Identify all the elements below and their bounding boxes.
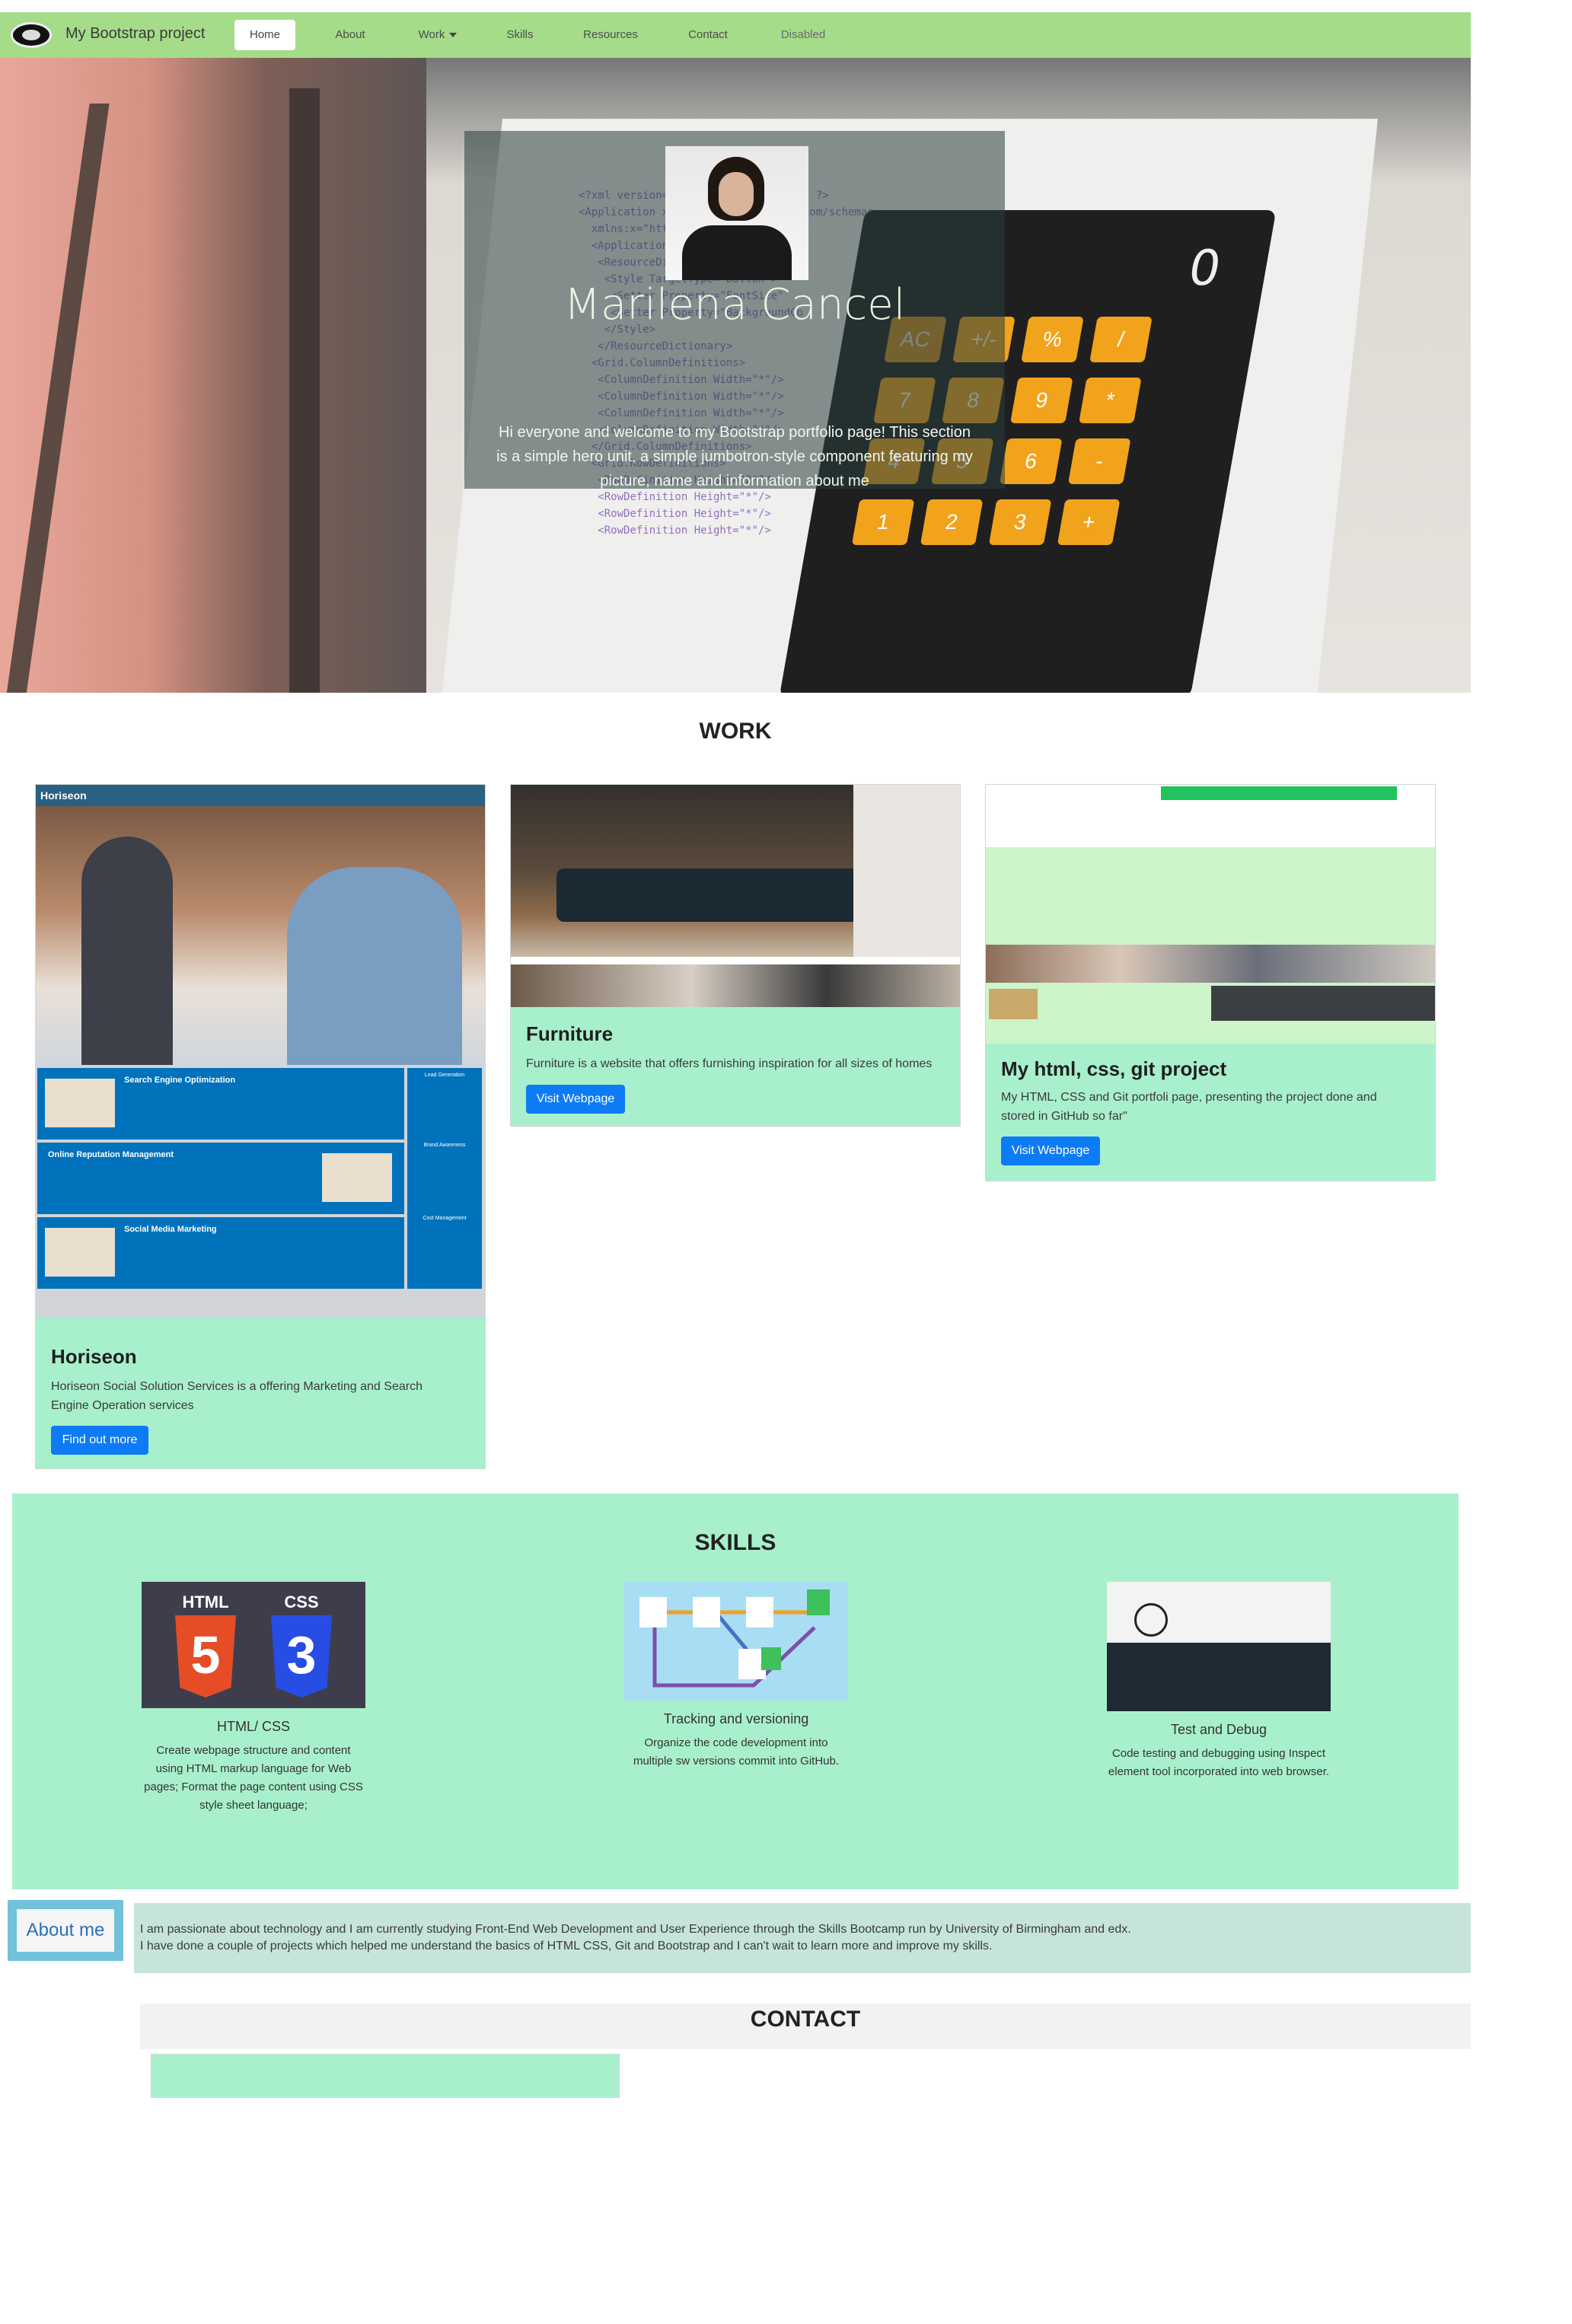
card-title: My html, css, git project: [1001, 1057, 1227, 1080]
horiseon-side-label: Brand Awareness: [423, 1143, 466, 1148]
thumb-photo-strip: [986, 945, 1435, 983]
contact-form-box[interactable]: [151, 2054, 620, 2098]
about-text: I am passionate about technology and I a…: [134, 1903, 1471, 1973]
skills-section: SKILLS HTML CSS 5 3 HTML/ CSS Create web…: [12, 1494, 1459, 1889]
logo-icon[interactable]: [11, 22, 52, 48]
skill-desc: Code testing and debugging using Inspect…: [1108, 1747, 1330, 1778]
horiseon-block-image: [322, 1153, 392, 1202]
nav-item-resources[interactable]: Resources: [572, 20, 649, 50]
avatar: [665, 146, 808, 280]
git-graph-drawing: [639, 1589, 830, 1688]
horiseon-side-label: Lead Generation: [424, 1073, 465, 1078]
thumb-intro: [986, 802, 1435, 847]
skill-name: HTML/ CSS: [216, 1719, 290, 1734]
html-label: HTML: [182, 1592, 229, 1611]
navbar: My Bootstrap project Home About Work Ski…: [0, 12, 1471, 58]
horiseon-thumb-header: Horiseon: [36, 785, 485, 806]
card-text: My HTML, CSS and Git portfoli page, pres…: [1001, 1091, 1377, 1123]
calc-key: %: [1021, 317, 1084, 362]
about-text-line1: I am passionate about technology and I a…: [140, 1923, 1131, 1936]
nav-item-contact[interactable]: Contact: [678, 20, 738, 50]
visit-webpage-button[interactable]: Visit Webpage: [1001, 1136, 1100, 1165]
horiseon-block-title: Social Media Marketing: [124, 1225, 217, 1234]
calc-key: 9: [1010, 378, 1073, 423]
nav-item-work[interactable]: Work: [403, 20, 472, 50]
calc-key: +: [1057, 499, 1121, 545]
calc-key: 1: [851, 499, 915, 545]
calc-key: -: [1067, 438, 1131, 484]
calc-key: 6: [999, 438, 1063, 484]
furniture-screenshot[interactable]: [511, 785, 960, 1007]
devtools-icon: [1107, 1582, 1331, 1711]
horiseon-thumb-sidebar: Lead Generation Brand Awareness Cost Man…: [407, 1068, 482, 1289]
furniture-gallery-strip: [511, 964, 960, 1007]
thumb-nav-bar: [1161, 786, 1397, 800]
contact-title: CONTACT: [140, 2004, 1471, 2049]
hero-decor-tripod: [2, 104, 257, 693]
hero-section: <?xml version="1.0" encoding="utf-8" ?> …: [0, 58, 1471, 693]
avatar-body: [682, 225, 792, 280]
work-card-horiseon: Horiseon Search Engine Optimization Onli…: [35, 784, 486, 1469]
nav-item-work-label: Work: [418, 28, 445, 41]
card-title: Furniture: [526, 1022, 614, 1045]
work-title: WORK: [699, 719, 772, 744]
nav-item-skills[interactable]: Skills: [495, 20, 545, 50]
html-css-icon: HTML CSS 5 3: [142, 1582, 365, 1708]
calc-key: 2: [920, 499, 984, 545]
wall-shape: [853, 785, 960, 957]
chevron-down-icon: [449, 33, 458, 38]
hero-name: Marilena Cancel: [563, 280, 906, 330]
furniture-hero-image: [511, 785, 960, 957]
skills-title: SKILLS: [694, 1530, 776, 1555]
calc-key: *: [1079, 378, 1142, 423]
css3-number: 3: [286, 1625, 317, 1685]
horiseon-block-title: Search Engine Optimization: [124, 1076, 236, 1085]
work-card-git-project: My html, css, git project My HTML, CSS a…: [985, 784, 1436, 1181]
html5-number: 5: [190, 1625, 221, 1685]
thumb-image: [989, 989, 1038, 1019]
skill-name: Test and Debug: [1170, 1722, 1267, 1737]
horiseon-side-label: Cost Management: [422, 1216, 467, 1221]
about-me-button-frame: About me: [8, 1900, 123, 1961]
calc-key: 3: [988, 499, 1052, 545]
devtools-console: [1107, 1643, 1331, 1711]
horiseon-block-image: [45, 1228, 115, 1277]
horiseon-block-social: Social Media Marketing: [37, 1217, 404, 1289]
css-label: CSS: [284, 1592, 319, 1611]
magnifier-icon: [1134, 1603, 1168, 1637]
find-out-more-button[interactable]: Find out more: [51, 1426, 148, 1455]
about-text-line2: I have done a couple of projects which h…: [140, 1940, 993, 1953]
horiseon-screenshot[interactable]: Horiseon Search Engine Optimization Onli…: [36, 785, 485, 1327]
horiseon-block-title: Online Reputation Management: [48, 1150, 174, 1159]
git-project-screenshot[interactable]: [986, 785, 1435, 1044]
nav-item-about[interactable]: About: [320, 20, 381, 50]
skill-desc: Organize the code development into multi…: [633, 1736, 840, 1768]
card-text: Furniture is a website that offers furni…: [526, 1057, 933, 1070]
horiseon-block-seo: Search Engine Optimization: [37, 1068, 404, 1140]
skill-name: Tracking and versioning: [663, 1711, 809, 1726]
horiseon-block-reputation: Online Reputation Management: [37, 1143, 404, 1214]
git-graph-icon: [624, 1582, 848, 1701]
nav-item-home[interactable]: Home: [234, 20, 295, 50]
html5-shield-icon: 5: [175, 1615, 236, 1698]
horiseon-thumb-body: Search Engine Optimization Online Reputa…: [36, 1066, 485, 1318]
calc-key: /: [1089, 317, 1153, 362]
nav-item-disabled: Disabled: [780, 28, 826, 41]
avatar-face: [719, 172, 754, 216]
horiseon-thumb-hero: [36, 806, 485, 1066]
calc-display: 0: [1184, 241, 1226, 297]
horiseon-block-image: [45, 1079, 115, 1127]
css3-shield-icon: 3: [271, 1615, 332, 1698]
skill-desc: Create webpage structure and content usi…: [144, 1744, 363, 1812]
work-card-furniture: Furniture Furniture is a website that of…: [510, 784, 961, 1127]
card-title: Horiseon: [51, 1345, 137, 1368]
thumb-image: [1211, 986, 1435, 1021]
visit-webpage-button[interactable]: Visit Webpage: [526, 1085, 625, 1114]
navbar-brand[interactable]: My Bootstrap project: [65, 25, 205, 43]
hero-intro-text: Hi everyone and welcome to my Bootstrap …: [496, 424, 973, 489]
card-text: Horiseon Social Solution Services is a o…: [51, 1380, 422, 1412]
hero-decor-pole: [289, 88, 320, 693]
about-me-button[interactable]: About me: [15, 1908, 116, 1953]
sofa-shape: [556, 869, 876, 922]
